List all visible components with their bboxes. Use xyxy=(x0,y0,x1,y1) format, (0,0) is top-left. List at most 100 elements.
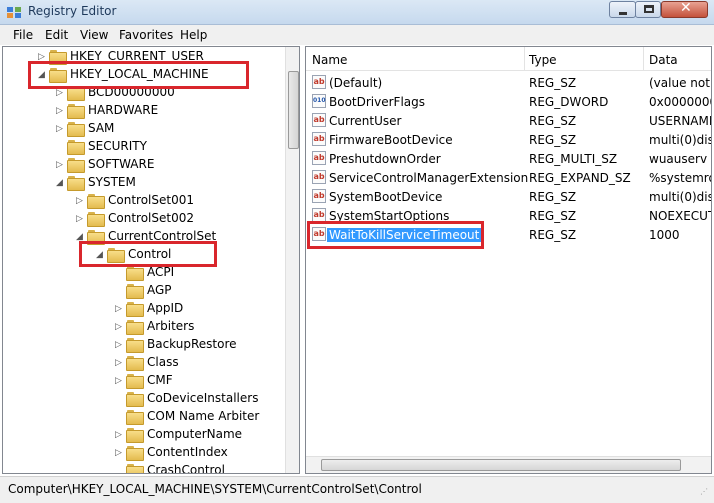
folder-icon xyxy=(67,103,85,119)
reg-string-value-icon: ab xyxy=(312,208,326,222)
close-button[interactable]: ✕ xyxy=(661,0,708,18)
value-data: multi(0)disl xyxy=(649,133,712,147)
tree-item-label: SOFTWARE xyxy=(88,157,155,171)
value-data: 0x00000000 xyxy=(649,95,711,109)
folder-icon xyxy=(126,409,144,425)
tree-expander-icon[interactable]: ▷ xyxy=(115,304,123,314)
tree-expander-icon[interactable]: ▷ xyxy=(115,376,123,386)
value-data: USERNAME xyxy=(649,114,712,128)
value-row[interactable]: ab(Default) REG_SZ (value not s xyxy=(306,73,711,92)
value-name: SystemBootDevice xyxy=(329,190,443,204)
tree-item-label: AGP xyxy=(147,283,172,297)
tree-expander-icon[interactable]: ▷ xyxy=(56,88,64,98)
value-row[interactable]: ab SystemBootDevice REG_SZ multi(0)disl xyxy=(306,187,711,206)
value-type: REG_SZ xyxy=(529,114,577,128)
tree-item-label: Arbiters xyxy=(147,319,195,333)
value-type: REG_EXPAND_SZ xyxy=(529,171,631,185)
tree-expander-icon[interactable] xyxy=(115,394,123,404)
value-name: ServiceControlManagerExtension xyxy=(329,171,529,185)
value-name: PreshutdownOrder xyxy=(329,152,441,166)
tree-expander-icon[interactable] xyxy=(115,268,123,278)
tree-expander-icon[interactable] xyxy=(115,412,123,422)
reg-string-value-icon: ab xyxy=(312,132,326,146)
value-type: REG_SZ xyxy=(529,133,577,147)
reg-string-value-icon: ab xyxy=(312,170,326,184)
maximize-icon xyxy=(644,5,654,13)
tree-expander-icon[interactable]: ▷ xyxy=(56,160,64,170)
list-scroll-thumb[interactable] xyxy=(321,459,681,471)
column-header-data[interactable]: Data xyxy=(649,53,678,67)
folder-icon xyxy=(126,373,144,389)
folder-icon xyxy=(67,139,85,155)
menu-help[interactable]: Help xyxy=(180,28,207,42)
reg-string-value-icon: ab xyxy=(312,151,326,165)
minimize-button[interactable] xyxy=(609,1,636,18)
value-type: REG_SZ xyxy=(529,228,577,242)
column-header-type[interactable]: Type xyxy=(529,53,557,67)
folder-icon xyxy=(126,337,144,353)
folder-icon xyxy=(67,175,85,191)
value-type: REG_SZ xyxy=(529,76,577,90)
status-bar: Computer\HKEY_LOCAL_MACHINE\SYSTEM\Curre… xyxy=(0,476,714,503)
annotation-box-timeout xyxy=(307,221,484,249)
menu-bar: File Edit View Favorites Help xyxy=(0,25,714,45)
tree-expander-icon[interactable] xyxy=(115,286,123,296)
annotation-box-hklm xyxy=(28,61,249,89)
reg-string-value-icon: ab xyxy=(312,189,326,203)
tree-expander-icon[interactable]: ◢ xyxy=(56,178,64,188)
tree-item-label: SAM xyxy=(88,121,115,135)
tree-expander-icon[interactable]: ▷ xyxy=(56,106,64,116)
value-name: (Default) xyxy=(329,76,383,90)
tree-vertical-scrollbar[interactable] xyxy=(285,47,299,473)
value-row[interactable]: ab ServiceControlManagerExtension REG_EXPA… xyxy=(306,168,711,187)
menu-view[interactable]: View xyxy=(80,28,108,42)
tree-expander-icon[interactable]: ▷ xyxy=(76,196,84,206)
title-bar: Registry Editor ✕ xyxy=(0,0,714,25)
window-title: Registry Editor xyxy=(28,4,117,18)
tree-expander-icon[interactable]: ▷ xyxy=(115,448,123,458)
value-type: REG_MULTI_SZ xyxy=(529,152,618,166)
tree-expander-icon[interactable]: ▷ xyxy=(115,358,123,368)
menu-file[interactable]: File xyxy=(13,28,33,42)
tree-expander-icon[interactable]: ▷ xyxy=(76,214,84,224)
value-row[interactable]: ab FirmwareBootDevice REG_SZ multi(0)disl xyxy=(306,130,711,149)
value-row[interactable]: ab CurrentUser REG_SZ USERNAME xyxy=(306,111,711,130)
value-type: REG_DWORD xyxy=(529,95,609,109)
tree-item-label: SECURITY xyxy=(88,139,147,153)
tree-item-label: COM Name Arbiter xyxy=(147,409,260,423)
column-divider[interactable] xyxy=(524,47,525,71)
tree-expander-icon[interactable]: ▷ xyxy=(115,322,123,332)
maximize-button[interactable] xyxy=(635,1,661,18)
tree-expander-icon[interactable]: ▷ xyxy=(115,340,123,350)
resize-grip-icon[interactable]: ⋰ xyxy=(700,487,710,497)
menu-favorites[interactable]: Favorites xyxy=(119,28,173,42)
column-divider[interactable] xyxy=(643,47,644,71)
folder-icon xyxy=(87,193,105,209)
value-data: multi(0)disl xyxy=(649,190,712,204)
value-type: REG_SZ xyxy=(529,209,577,223)
value-row[interactable]: ab PreshutdownOrder REG_MULTI_SZ wuauserv g xyxy=(306,149,711,168)
tree-item-label: AppID xyxy=(147,301,184,315)
value-data: (value not s xyxy=(649,76,711,90)
reg-string-value-icon: ab xyxy=(312,75,326,89)
tree-expander-icon[interactable] xyxy=(115,466,123,473)
list-horizontal-scrollbar[interactable] xyxy=(306,456,711,473)
tree-item-label: HARDWARE xyxy=(88,103,159,117)
menu-edit[interactable]: Edit xyxy=(45,28,68,42)
tree-expander-icon[interactable] xyxy=(56,142,64,152)
tree-item-label: CrashControl xyxy=(147,463,225,474)
annotation-box-control xyxy=(79,241,217,267)
tree-item-label: ACPI xyxy=(147,265,175,279)
column-header-name[interactable]: Name xyxy=(312,53,347,67)
registry-editor-icon xyxy=(7,7,21,18)
tree-expander-icon[interactable]: ▷ xyxy=(115,430,123,440)
folder-icon xyxy=(126,445,144,461)
tree-item-label: ControlSet002 xyxy=(108,211,194,225)
value-data: 1000 xyxy=(649,228,680,242)
value-row[interactable]: 010BootDriverFlags REG_DWORD 0x00000000 xyxy=(306,92,711,111)
tree-item-label: BackupRestore xyxy=(147,337,237,351)
tree-scroll-thumb[interactable] xyxy=(288,71,299,149)
folder-icon xyxy=(126,427,144,443)
values-list[interactable]: Name Type Data ab (Default) REG_SZ (value n… xyxy=(305,46,712,474)
tree-expander-icon[interactable]: ▷ xyxy=(56,124,64,134)
